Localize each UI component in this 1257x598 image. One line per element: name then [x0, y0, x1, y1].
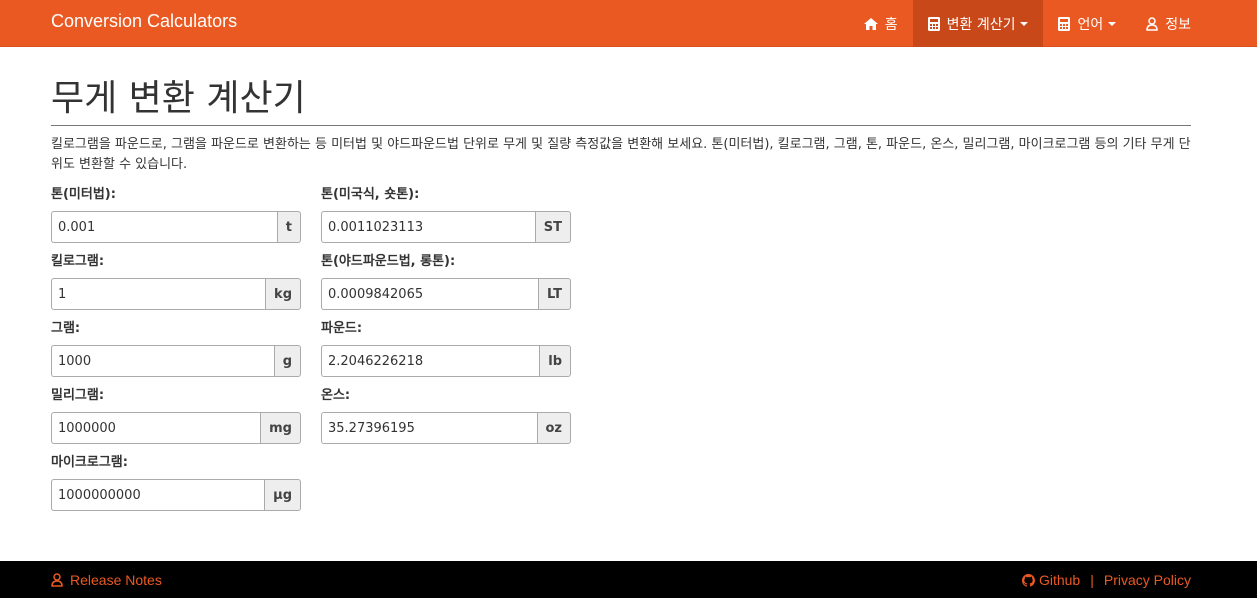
microgram-input[interactable]	[51, 479, 265, 511]
calculator-icon	[927, 16, 940, 31]
field-milligram: 밀리그램: mg	[51, 387, 301, 444]
page-title: 무게 변환 계산기	[51, 76, 1191, 126]
long-ton-input[interactable]	[321, 278, 538, 310]
github-icon	[1021, 573, 1035, 587]
field-kilogram: 킬로그램: kg	[51, 253, 301, 310]
field-gram: 그램: g	[51, 320, 301, 377]
field-microgram: 마이크로그램: μg	[51, 454, 301, 511]
brand-link[interactable]: Conversion Calculators	[51, 11, 237, 32]
field-label: 밀리그램:	[51, 388, 105, 403]
user-icon	[51, 573, 63, 587]
field-label: 킬로그램:	[51, 254, 105, 269]
field-short-ton: 톤(미국식, 숏톤): ST	[321, 186, 571, 243]
github-link[interactable]: Github	[1039, 572, 1080, 588]
input-group: μg	[51, 479, 301, 511]
milligram-input[interactable]	[51, 412, 261, 444]
unit-addon: g	[273, 345, 301, 377]
nav-conversion-label: 변환 계산기	[946, 16, 1016, 33]
unit-addon: t	[276, 211, 301, 243]
field-label: 톤(미터법):	[51, 187, 116, 202]
footer-separator: |	[1090, 572, 1094, 588]
page-description: 킬로그램을 파운드로, 그램을 파운드로 변환하는 등 미터법 및 야드파운드법…	[51, 137, 1191, 172]
field-label: 파운드:	[321, 321, 363, 336]
unit-addon: oz	[536, 412, 571, 444]
input-group: mg	[51, 412, 301, 444]
chevron-down-icon	[1020, 21, 1029, 26]
top-navbar: Conversion Calculators 홈 변환 계산기 언어 정보	[0, 0, 1257, 47]
ounce-input[interactable]	[321, 412, 537, 444]
unit-addon: lb	[539, 345, 571, 377]
input-group: g	[51, 345, 301, 377]
footer-links: Github | Privacy Policy	[1021, 572, 1191, 588]
unit-addon: LT	[538, 278, 571, 310]
field-tonne: 톤(미터법): t	[51, 186, 301, 243]
nav-menu: 홈 변환 계산기 언어 정보	[849, 0, 1206, 47]
unit-addon: μg	[264, 479, 301, 511]
input-group: LT	[321, 278, 571, 310]
user-icon	[1146, 16, 1158, 31]
field-label: 톤(야드파운드법, 롱톤):	[321, 254, 456, 269]
unit-addon: kg	[265, 278, 301, 310]
nav-language[interactable]: 언어	[1043, 0, 1131, 47]
field-label: 톤(미국식, 숏톤):	[321, 187, 420, 202]
input-group: t	[51, 211, 301, 243]
input-group: lb	[321, 345, 571, 377]
chevron-down-icon	[1108, 21, 1117, 26]
field-label: 온스:	[321, 388, 351, 403]
field-label: 그램:	[51, 321, 81, 336]
home-icon	[863, 17, 878, 30]
nav-about-label: 정보	[1165, 16, 1191, 33]
unit-addon: ST	[534, 211, 571, 243]
input-group: kg	[51, 278, 301, 310]
input-group: ST	[321, 211, 571, 243]
field-label: 마이크로그램:	[51, 455, 128, 470]
field-ounce: 온스: oz	[321, 387, 571, 444]
field-long-ton: 톤(야드파운드법, 롱톤): LT	[321, 253, 571, 310]
input-group: oz	[321, 412, 571, 444]
release-notes-label: Release Notes	[70, 572, 162, 588]
nav-language-label: 언어	[1077, 16, 1104, 33]
pound-input[interactable]	[321, 345, 540, 377]
gram-input[interactable]	[51, 345, 274, 377]
short-ton-input[interactable]	[321, 211, 535, 243]
calculator-icon	[1058, 16, 1071, 31]
unit-addon: mg	[260, 412, 301, 444]
privacy-policy-link[interactable]: Privacy Policy	[1104, 572, 1191, 588]
footer: Release Notes Github | Privacy Policy	[0, 561, 1257, 598]
kilogram-input[interactable]	[51, 278, 266, 310]
nav-home[interactable]: 홈	[849, 0, 913, 47]
nav-about[interactable]: 정보	[1131, 0, 1206, 47]
field-pound: 파운드: lb	[321, 320, 571, 377]
tonne-input[interactable]	[51, 211, 277, 243]
nav-conversion-calculators[interactable]: 변환 계산기	[912, 0, 1044, 47]
nav-home-label: 홈	[884, 16, 898, 33]
release-notes-link[interactable]: Release Notes	[51, 572, 162, 588]
